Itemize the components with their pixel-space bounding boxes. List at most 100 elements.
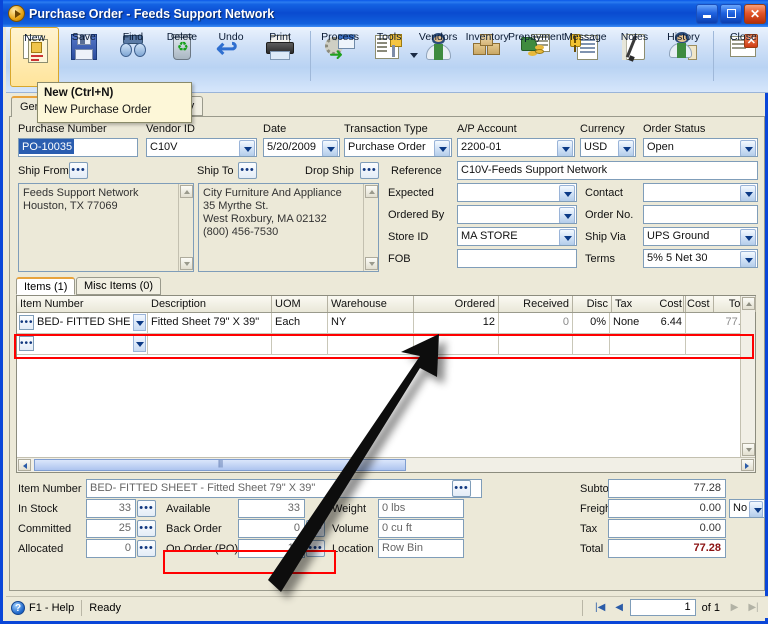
contact-chevron-down-icon[interactable] [740,185,756,201]
grid-vertical-scrollbar[interactable] [740,296,755,457]
transaction-type-select[interactable]: Purchase Order [344,138,452,157]
toolbar-print-button[interactable]: Print [256,27,305,89]
detail-item-number-input[interactable]: BED- FITTED SHEET - Fitted Sheet 79" X 3… [86,479,482,498]
terms-select[interactable]: 5% 5 Net 30 [643,249,758,268]
drop-ship-ellipsis-button[interactable]: ••• [360,162,379,179]
item-number-chevron-down-icon[interactable] [133,314,146,331]
ap-account-chevron-down-icon[interactable] [557,140,573,156]
scroll-down-icon[interactable] [365,257,378,270]
scrollbar-thumb[interactable] [34,459,406,471]
toolbar-vendors-button[interactable]: Vendors [414,27,463,89]
order-no-input[interactable] [643,205,758,224]
cell-uom[interactable] [272,334,328,354]
toolbar-notes-button[interactable]: Notes [610,27,659,89]
tab-misc-items[interactable]: Misc Items (0) [76,277,162,295]
fob-input[interactable] [457,249,577,268]
reference-input[interactable]: C10V-Feeds Support Network [457,161,758,180]
order-status-chevron-down-icon[interactable] [740,140,756,156]
toolbar-tools-button[interactable]: Tools [365,27,418,89]
scroll-down-icon[interactable] [180,257,193,270]
toolbar-save-button[interactable]: Save [59,27,108,89]
committed-ellipsis-button[interactable]: ••• [137,520,156,537]
last-record-icon[interactable]: ▶| [745,600,762,616]
toolbar-delete-button[interactable]: ♻ Delete [157,27,206,89]
on-order-ellipsis-button[interactable]: ••• [306,540,325,557]
cell-tax[interactable] [610,334,686,354]
ordered-by-chevron-down-icon[interactable] [559,207,575,223]
first-record-icon[interactable]: |◀ [592,600,609,616]
freight-taxable-select[interactable]: No [729,499,765,518]
purchase-number-input[interactable]: PO-10035 [18,138,138,157]
cell-ordered[interactable]: 12 [414,313,499,333]
toolbar-inventory-button[interactable]: Inventory [463,27,512,89]
tab-items[interactable]: Items (1) [16,277,76,295]
ship-to-ellipsis-button[interactable]: ••• [238,162,257,179]
back-order-ellipsis-button[interactable]: ••• [306,520,325,537]
contact-select[interactable] [643,183,758,202]
scroll-up-icon[interactable] [742,297,755,310]
terms-chevron-down-icon[interactable] [740,251,756,267]
item-lookup-ellipsis-button[interactable]: ••• [19,336,34,351]
toolbar-message-button[interactable]: Message [561,27,610,89]
ship-from-ellipsis-button[interactable]: ••• [69,162,88,179]
scroll-left-icon[interactable] [18,459,31,471]
vendor-id-select[interactable]: C10V [146,138,257,157]
scroll-down-icon[interactable] [742,443,755,456]
table-row[interactable]: ••• [17,334,755,355]
line-items-grid[interactable]: Item Number UOM Warehouse Ordered Receiv… [16,295,756,473]
currency-select[interactable]: USD [580,138,636,157]
status-help-label[interactable]: F1 - Help [29,602,74,614]
expected-chevron-down-icon[interactable] [559,185,575,201]
close-button[interactable]: ✕ [744,3,766,24]
freight-value[interactable]: 0.00 [608,499,726,518]
vendor-id-chevron-down-icon[interactable] [239,140,255,156]
allocated-ellipsis-button[interactable]: ••• [137,540,156,557]
column-header-disc[interactable]: Disc [573,296,612,312]
cell-disc[interactable]: 0% [573,313,610,333]
ship-to-address[interactable]: City Furniture And Appliance 35 Myrthe S… [198,183,379,272]
minimize-button[interactable] [696,3,718,24]
cell-uom[interactable]: Each [272,313,328,333]
scroll-up-icon[interactable] [180,185,193,198]
toolbar-undo-button[interactable]: ↩ Undo [207,27,256,89]
cell-item-number[interactable]: ••• BED- FITTED SHE [17,313,148,333]
in-stock-ellipsis-button[interactable]: ••• [137,500,156,517]
store-id-select[interactable]: MA STORE [457,227,577,246]
cell-item-number[interactable]: ••• [17,334,148,354]
ordered-by-select[interactable] [457,205,577,224]
next-record-icon[interactable]: ▶ [726,600,743,616]
cell-received[interactable] [499,334,573,354]
toolbar-history-button[interactable]: History [659,27,708,89]
item-number-chevron-down-icon[interactable] [133,335,146,352]
order-status-select[interactable]: Open [643,138,758,157]
date-select[interactable]: 5/20/2009 [263,138,340,157]
grid-horizontal-scrollbar[interactable] [17,457,755,472]
maximize-button[interactable] [720,3,742,24]
cell-warehouse[interactable] [328,334,414,354]
date-chevron-down-icon[interactable] [322,140,338,156]
cell-warehouse[interactable]: NY [328,313,414,333]
cell-received[interactable]: 0 [499,313,573,333]
toolbar-process-button[interactable]: ➜ Process [316,27,365,89]
toolbar-new-button[interactable]: New [10,27,60,87]
scroll-up-icon[interactable] [365,185,378,198]
column-header-ordered[interactable]: Ordered [414,296,499,312]
column-header-warehouse[interactable]: Warehouse [328,296,414,312]
cell-description[interactable]: Fitted Sheet 79" X 39" [148,313,272,333]
freight-taxable-chevron-down-icon[interactable] [749,501,763,517]
ship-from-address[interactable]: Feeds Support Network Houston, TX 77069 [18,183,194,272]
toolbar-close-button[interactable]: ✕ Close [719,27,768,89]
column-header-uom[interactable]: UOM [272,296,328,312]
toolbar-find-button[interactable]: Find [108,27,157,89]
cell-ordered[interactable] [414,334,499,354]
cell-disc[interactable] [573,334,610,354]
column-header-description[interactable]: Description [148,296,272,312]
cell-description[interactable] [148,334,272,354]
item-lookup-ellipsis-button[interactable]: ••• [19,315,34,330]
table-row[interactable]: ••• BED- FITTED SHE Fitted Sheet 79" X 3… [17,313,755,334]
ship-via-select[interactable]: UPS Ground [643,227,758,246]
cell-cost[interactable]: 6.44 [610,313,686,333]
currency-chevron-down-icon[interactable] [618,140,634,156]
ship-to-scrollbar[interactable] [363,184,378,271]
toolbar-prepayment-button[interactable]: Prepayment [508,27,565,89]
